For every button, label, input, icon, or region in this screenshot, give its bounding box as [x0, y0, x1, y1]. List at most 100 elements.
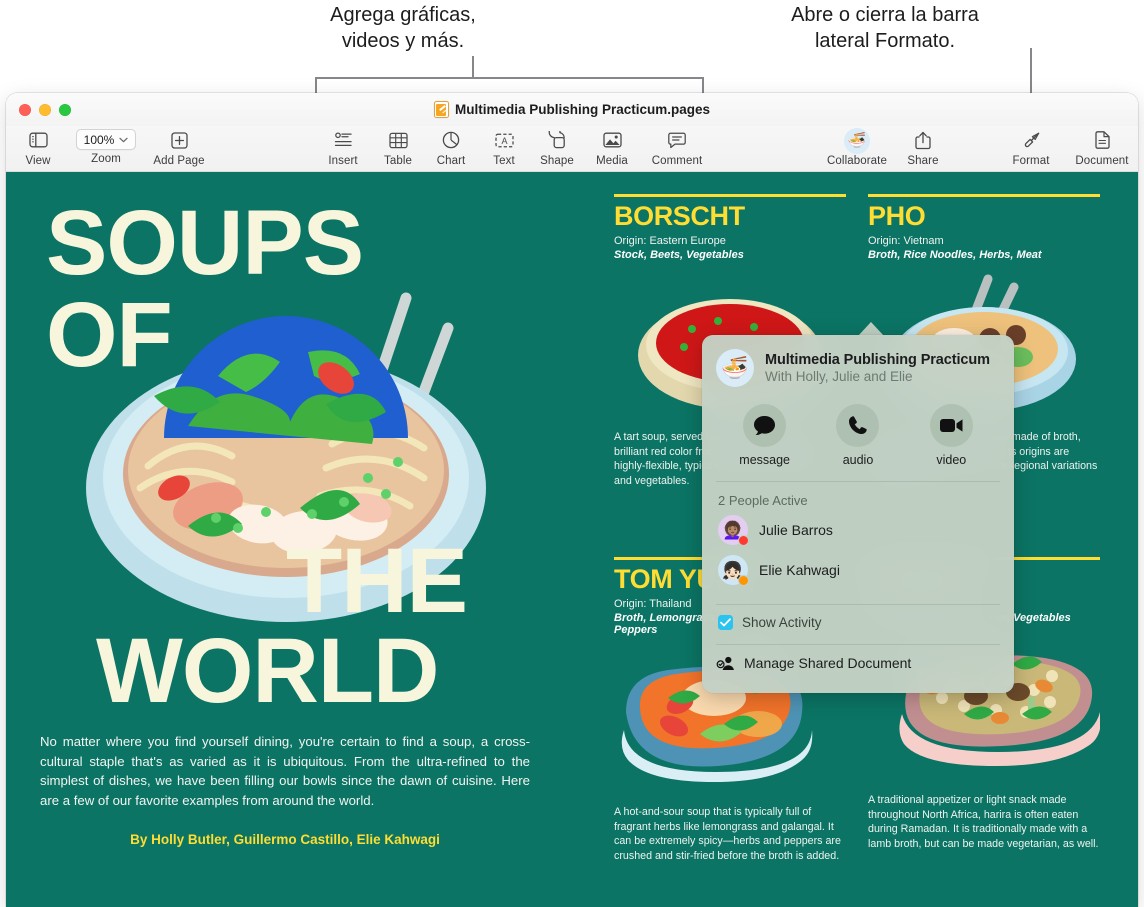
toolbar-button-collaborate[interactable]: 🍜 Collaborate [821, 126, 893, 167]
app-toolbar: View 100% Zoom Add Page Insert Table Cha… [6, 126, 1138, 172]
format-brush-icon [1022, 128, 1041, 152]
collaborate-popover[interactable]: 🍜 Multimedia Publishing Practicum With H… [702, 335, 1014, 693]
soup-name: BORSCHT [614, 201, 745, 231]
close-button[interactable] [19, 103, 31, 116]
zoom-select[interactable]: 100% [75, 129, 137, 150]
popover-actions: message audio video [702, 387, 1014, 467]
show-activity-label: Show Activity [742, 615, 822, 630]
status-dot [738, 575, 749, 586]
window-titlebar: Multimedia Publishing Practicum.pages [6, 93, 1138, 126]
document-left-column: SOUPS OF THE WORLD No matter where you f… [40, 194, 570, 847]
action-label-video: video [936, 453, 967, 467]
toolbar-button-document[interactable]: Document [1066, 126, 1138, 167]
action-video[interactable]: video [915, 404, 987, 467]
collaborate-avatar-icon: 🍜 [844, 127, 870, 154]
toolbar-label-insert: Insert [328, 155, 358, 167]
manage-shared-document-label: Manage Shared Document [744, 655, 912, 671]
toolbar-label-media: Media [596, 155, 628, 167]
soup-origin: Origin: Eastern Europe [614, 235, 726, 248]
hero-word-soups: SOUPS [46, 192, 364, 294]
document-page-icon [1095, 128, 1110, 152]
person-row-elie[interactable]: 👧🏻 Elie Kahwagi [702, 550, 1014, 590]
toolbar-label-comment: Comment [651, 155, 703, 167]
window-controls[interactable] [19, 103, 71, 116]
hero-block: SOUPS OF THE WORLD [40, 192, 570, 722]
manage-shared-document-row[interactable]: Manage Shared Document [702, 645, 1014, 671]
soup-ingredients: Broth, Rice Noodles, Herbs, Meat [868, 249, 1042, 262]
popover-title: Multimedia Publishing Practicum [765, 352, 990, 368]
video-camera-icon [929, 404, 973, 447]
action-message[interactable]: message [729, 404, 801, 467]
soup-description: A traditional appetizer or light snack m… [868, 794, 1099, 850]
card-rule [614, 194, 846, 197]
soup-origin: Origin: Vietnam [868, 235, 944, 248]
insert-icon [334, 128, 353, 152]
memoji-avatar-blue: 👧🏻 [718, 555, 749, 586]
active-people-header: 2 People Active [718, 493, 808, 508]
document-canvas[interactable]: SOUPS OF THE WORLD No matter where you f… [6, 172, 1138, 907]
phone-icon [836, 404, 880, 447]
window-title: Multimedia Publishing Practicum.pages [454, 102, 711, 117]
person-row-julie[interactable]: 👩🏽‍🦱 Julie Barros [702, 510, 1014, 550]
toolbar-label-zoom: Zoom [91, 153, 121, 165]
action-label-message: message [739, 453, 791, 467]
toolbar-button-comment[interactable]: Comment [645, 126, 709, 167]
hero-word-world: WORLD [96, 620, 439, 722]
media-image-icon [603, 128, 622, 152]
popover-subtitle: With Holly, Julie and Elie [765, 369, 913, 384]
memoji-avatar-purple: 👩🏽‍🦱 [718, 515, 749, 546]
zoom-value: 100% [83, 132, 115, 147]
toolbar-label-document: Document [1075, 155, 1129, 167]
text-box-icon: A [495, 128, 514, 152]
toolbar-button-media[interactable]: Media [580, 126, 644, 167]
person-name: Julie Barros [759, 522, 833, 538]
toolbar-button-share[interactable]: Share [891, 126, 955, 167]
toolbar-label-format: Format [1012, 155, 1050, 167]
show-activity-checkbox[interactable] [718, 615, 733, 630]
callout-leader-left-bar [315, 77, 703, 79]
toolbar-button-view[interactable]: View [6, 126, 70, 167]
action-label-audio: audio [842, 453, 874, 467]
toolbar-button-format[interactable]: Format [999, 126, 1063, 167]
message-bubble-icon [743, 404, 787, 447]
zoom-button[interactable] [59, 103, 71, 116]
hero-word-of: OF [46, 284, 173, 386]
soup-description: A hot-and-sour soup that is typically fu… [614, 806, 841, 862]
popover-arrow [858, 322, 884, 336]
comment-bubble-icon [668, 128, 686, 152]
window-title-group: Multimedia Publishing Practicum.pages [6, 93, 1138, 126]
show-activity-row[interactable]: Show Activity [702, 605, 1014, 630]
toolbar-label-view: View [25, 155, 51, 167]
shape-icon [548, 128, 567, 152]
callout-label-format: Abre o cierra la barra lateral Formato. [791, 4, 979, 52]
popover-header: 🍜 Multimedia Publishing Practicum With H… [702, 335, 1014, 387]
manage-people-icon [716, 656, 734, 670]
status-dot [738, 535, 749, 546]
callout-leader-left-stem [472, 56, 474, 78]
action-audio[interactable]: audio [822, 404, 894, 467]
soup-bowl-avatar-icon: 🍜 [716, 349, 754, 387]
svg-text:A: A [501, 136, 507, 146]
byline: By Holly Butler, Guillermo Castillo, Eli… [130, 832, 440, 847]
share-upload-icon [915, 128, 931, 152]
person-name: Elie Kahwagi [759, 562, 840, 578]
callout-label-insert: Agrega gráficas, videos y más. [330, 4, 476, 52]
toolbar-zoom-control[interactable]: 100% Zoom [68, 126, 144, 165]
card-rule [868, 194, 1100, 197]
toolbar-label-text: Text [493, 155, 515, 167]
callout-leader-left-tick-a [315, 77, 317, 93]
toolbar-button-add-page[interactable]: Add Page [146, 126, 212, 167]
callout-leader-left-tick-b [702, 77, 704, 93]
toolbar-label-add-page: Add Page [153, 155, 205, 167]
pages-document-icon [433, 101, 449, 118]
plus-square-icon [171, 128, 188, 152]
table-icon [389, 128, 408, 152]
toolbar-label-chart: Chart [436, 155, 466, 167]
toolbar-label-share: Share [907, 155, 939, 167]
soup-name: PHO [868, 201, 926, 231]
hero-word-the: THE [286, 530, 468, 632]
chart-pie-icon [442, 128, 460, 152]
toolbar-label-shape: Shape [540, 155, 574, 167]
minimize-button[interactable] [39, 103, 51, 116]
chevron-down-icon [119, 137, 128, 143]
